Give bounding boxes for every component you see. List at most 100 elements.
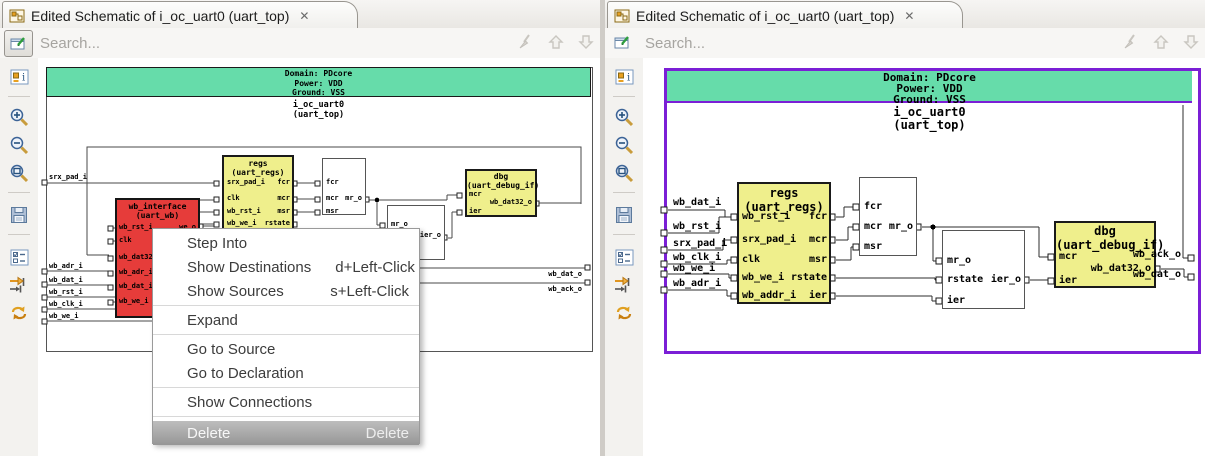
zoom-out-button[interactable] — [6, 132, 32, 158]
port-label[interactable]: wb_we_i — [742, 272, 784, 283]
port-label[interactable]: mcr — [250, 194, 290, 202]
schematic-info-button[interactable]: i — [6, 64, 32, 90]
port-label[interactable]: fcr — [326, 178, 339, 186]
port-label[interactable]: mr_o — [391, 220, 408, 228]
clear-highlight-icon[interactable] — [516, 33, 536, 53]
input-label[interactable]: wb_adr_i — [49, 262, 83, 270]
display-options-button[interactable] — [6, 244, 32, 270]
block-title: dbg — [493, 172, 509, 181]
port-label[interactable]: ier — [1059, 275, 1077, 286]
port-label[interactable]: mcr — [469, 190, 482, 198]
zoom-out-button[interactable] — [611, 132, 637, 158]
find-next-icon[interactable] — [1182, 33, 1202, 53]
menu-item-delete[interactable]: Delete Delete — [153, 421, 419, 445]
port-label[interactable]: msr — [326, 207, 339, 215]
port-label[interactable]: wb_dat32_o — [1079, 263, 1151, 274]
ground-line: Ground: VSS — [893, 93, 966, 106]
input-label[interactable]: wb_rst_i — [673, 221, 721, 232]
port-label[interactable]: mr_o — [947, 255, 971, 266]
zoom-in-button[interactable] — [611, 104, 637, 130]
close-icon[interactable]: ✕ — [297, 9, 311, 23]
right-tab[interactable]: Edited Schematic of i_oc_uart0 (uart_top… — [607, 1, 963, 29]
port-label[interactable]: wb_rst_i — [119, 223, 153, 231]
port-label[interactable]: fcr — [864, 201, 882, 212]
port-label[interactable]: mcr — [864, 221, 882, 232]
block-module: (uart_regs) — [231, 168, 285, 178]
port-label[interactable]: ier_o — [989, 274, 1021, 285]
port-label[interactable]: fcr — [250, 178, 290, 186]
find-previous-icon[interactable] — [1152, 33, 1172, 53]
menu-item-show-connections[interactable]: Show Connections — [153, 390, 419, 414]
port-label[interactable]: wb_dat32_o — [482, 198, 532, 206]
port-label[interactable]: mcr — [326, 194, 339, 202]
port-label[interactable]: mr_o — [342, 194, 362, 202]
annotate-button[interactable] — [609, 30, 636, 55]
port-label[interactable]: ier — [947, 295, 965, 306]
input-label[interactable]: wb_dat_i — [49, 276, 83, 284]
input-label[interactable]: srx_pad_i — [49, 173, 87, 181]
input-label[interactable]: wb_we_i — [673, 263, 715, 274]
port-label[interactable]: clk — [119, 236, 132, 244]
port-label[interactable]: wb_dat_i — [119, 282, 153, 290]
menu-item-show-destinations[interactable]: Show Destinations d+Left-Click — [153, 255, 419, 279]
port-label[interactable]: wb_rst_i — [742, 211, 790, 222]
zoom-fit-button[interactable] — [6, 160, 32, 186]
port-label[interactable]: mr_o — [883, 221, 913, 232]
search-input[interactable] — [38, 31, 382, 55]
input-label[interactable]: wb_clk_i — [49, 300, 83, 308]
port-label[interactable]: rstate — [947, 274, 983, 285]
block-title: regs — [248, 159, 268, 168]
menu-item-go-to-source[interactable]: Go to Source — [153, 337, 419, 361]
port-label[interactable]: clk — [227, 194, 240, 202]
input-label[interactable]: srx_pad_i — [673, 238, 727, 249]
port-label[interactable]: msr — [250, 207, 290, 215]
output-label[interactable]: wb_dat_o — [498, 270, 582, 278]
zoom-in-button[interactable] — [6, 104, 32, 130]
port-label[interactable]: fcr — [787, 211, 827, 222]
trace-signal-button[interactable] — [611, 272, 637, 298]
menu-item-step-into[interactable]: Step Into — [153, 231, 419, 255]
input-label[interactable]: wb_dat_i — [673, 197, 721, 208]
menu-item-expand[interactable]: Expand — [153, 308, 419, 332]
zoom-fit-button[interactable] — [611, 160, 637, 186]
power-domain-banner: Domain: PDcore Power: VDD Ground: VSS — [667, 71, 1192, 106]
find-next-icon[interactable] — [577, 33, 597, 53]
close-icon[interactable]: ✕ — [902, 9, 916, 23]
schematic-info-button[interactable]: i — [611, 64, 637, 90]
port-label[interactable]: rstate — [245, 219, 290, 227]
port-label[interactable]: ier — [787, 290, 827, 301]
search-input[interactable] — [643, 31, 987, 55]
save-button[interactable] — [611, 202, 637, 228]
output-label[interactable]: wb_ack_o — [498, 285, 582, 293]
port-label[interactable]: msr — [864, 241, 882, 252]
port-label[interactable]: wb_we_i — [119, 297, 149, 305]
annotate-button[interactable] — [4, 30, 33, 57]
input-label[interactable]: wb_adr_i — [673, 278, 721, 289]
port-label[interactable]: wb_adr_i — [119, 268, 153, 276]
menu-shortcut: s+Left-Click — [330, 282, 409, 300]
menu-item-go-to-declaration[interactable]: Go to Declaration — [153, 361, 419, 385]
left-tab[interactable]: Edited Schematic of i_oc_uart0 (uart_top… — [2, 1, 358, 29]
port-label[interactable]: mcr — [1059, 251, 1077, 262]
trace-signal-icon — [615, 276, 630, 293]
port-label[interactable]: ier — [469, 207, 482, 215]
swap-buffers-button[interactable] — [611, 300, 637, 326]
input-label[interactable]: wb_clk_i — [673, 252, 721, 263]
port-label[interactable]: rstate — [781, 272, 827, 283]
input-label[interactable]: wb_we_i — [49, 312, 79, 320]
right-schematic-canvas[interactable]: Domain: PDcore Power: VDD Ground: VSS i_… — [643, 58, 1205, 456]
port-label[interactable]: clk — [742, 254, 760, 265]
trace-signal-icon — [10, 276, 25, 293]
input-label[interactable]: wb_rst_i — [49, 288, 83, 296]
swap-buffers-button[interactable] — [6, 300, 32, 326]
clear-highlight-icon[interactable] — [1121, 33, 1141, 53]
output-label[interactable]: wb_ack_o — [1109, 249, 1181, 260]
find-previous-icon[interactable] — [547, 33, 567, 53]
instance-name: i_oc_uart0 — [292, 100, 345, 110]
display-options-button[interactable] — [611, 244, 637, 270]
port-label[interactable]: mcr — [787, 234, 827, 245]
port-label[interactable]: msr — [787, 254, 827, 265]
menu-item-show-sources[interactable]: Show Sources s+Left-Click — [153, 279, 419, 303]
trace-signal-button[interactable] — [6, 272, 32, 298]
save-button[interactable] — [6, 202, 32, 228]
